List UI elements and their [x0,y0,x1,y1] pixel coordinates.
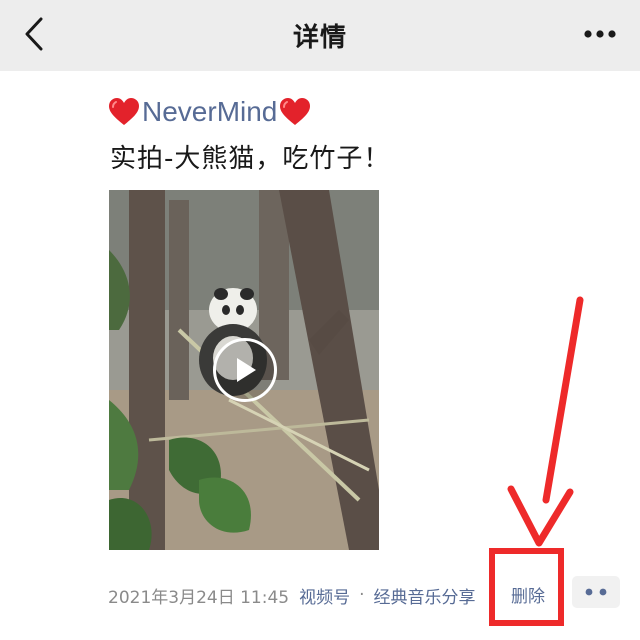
channel-link[interactable]: 视频号 [299,583,350,608]
chevron-left-icon [25,17,43,51]
play-icon [237,358,256,382]
comment-button[interactable] [572,576,620,608]
nav-bar: 详情 [0,0,640,71]
page-title: 详情 [292,23,347,53]
more-button[interactable] [580,20,620,48]
post-text: 实拍-大熊猫，吃竹子！ [110,144,391,174]
post-timestamp: 2021年3月24日 11:45 [108,587,290,608]
music-tag-link[interactable]: 经典音乐分享 [374,583,476,608]
author-name-link[interactable]: NeverMind [108,92,311,132]
back-button[interactable] [16,14,52,54]
comment-dots-icon [585,588,607,596]
meta-separator: · [359,585,365,605]
play-button[interactable] [213,338,277,402]
video-thumbnail[interactable] [109,190,379,550]
annotation-highlight-box [489,548,564,626]
author-name: NeverMind [142,96,278,127]
heart-icon [280,98,311,125]
post-meta: 2021年3月24日 11:45 视频号 · 经典音乐分享 [108,578,492,612]
more-dots-icon [584,30,616,38]
heart-icon [109,98,139,125]
